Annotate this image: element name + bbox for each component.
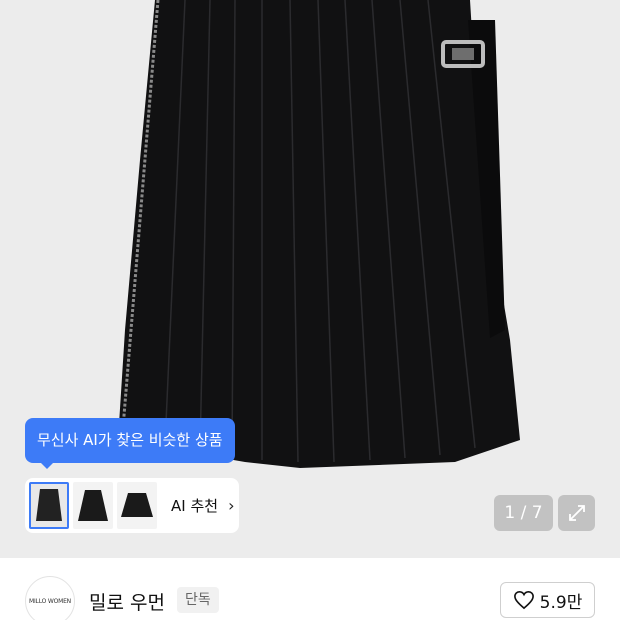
product-info: MILLO WOMEN 밀로 우먼 단독 5.9만 [0, 558, 620, 620]
brand-name[interactable]: 밀로 우먼 [89, 588, 165, 615]
brand-logo[interactable]: MILLO WOMEN [25, 576, 75, 620]
similar-product-thumbnail[interactable] [117, 482, 157, 529]
ai-recommend-tooltip[interactable]: 무신사 AI가 찾은 비슷한 상품 [25, 418, 235, 469]
image-counter: 1 / 7 [494, 495, 553, 531]
product-image-area[interactable]: 무신사 AI가 찾은 비슷한 상품 AI 추천 › 1 / 7 [0, 0, 620, 558]
like-button[interactable]: 5.9만 [500, 582, 595, 618]
product-image [118, 0, 520, 468]
expand-button[interactable] [558, 495, 595, 531]
ai-recommend-button[interactable]: AI 추천 › [171, 495, 234, 516]
exclusive-badge: 단독 [177, 587, 219, 613]
expand-icon [568, 505, 585, 521]
heart-icon [513, 590, 534, 610]
chevron-right-icon: › [228, 496, 235, 515]
like-count: 5.9만 [539, 592, 583, 613]
similar-product-thumbnail[interactable] [29, 482, 69, 529]
ai-recommend-label: AI 추천 [171, 497, 219, 515]
ai-recommend-panel[interactable]: AI 추천 › [25, 478, 239, 533]
similar-product-thumbnail[interactable] [73, 482, 113, 529]
